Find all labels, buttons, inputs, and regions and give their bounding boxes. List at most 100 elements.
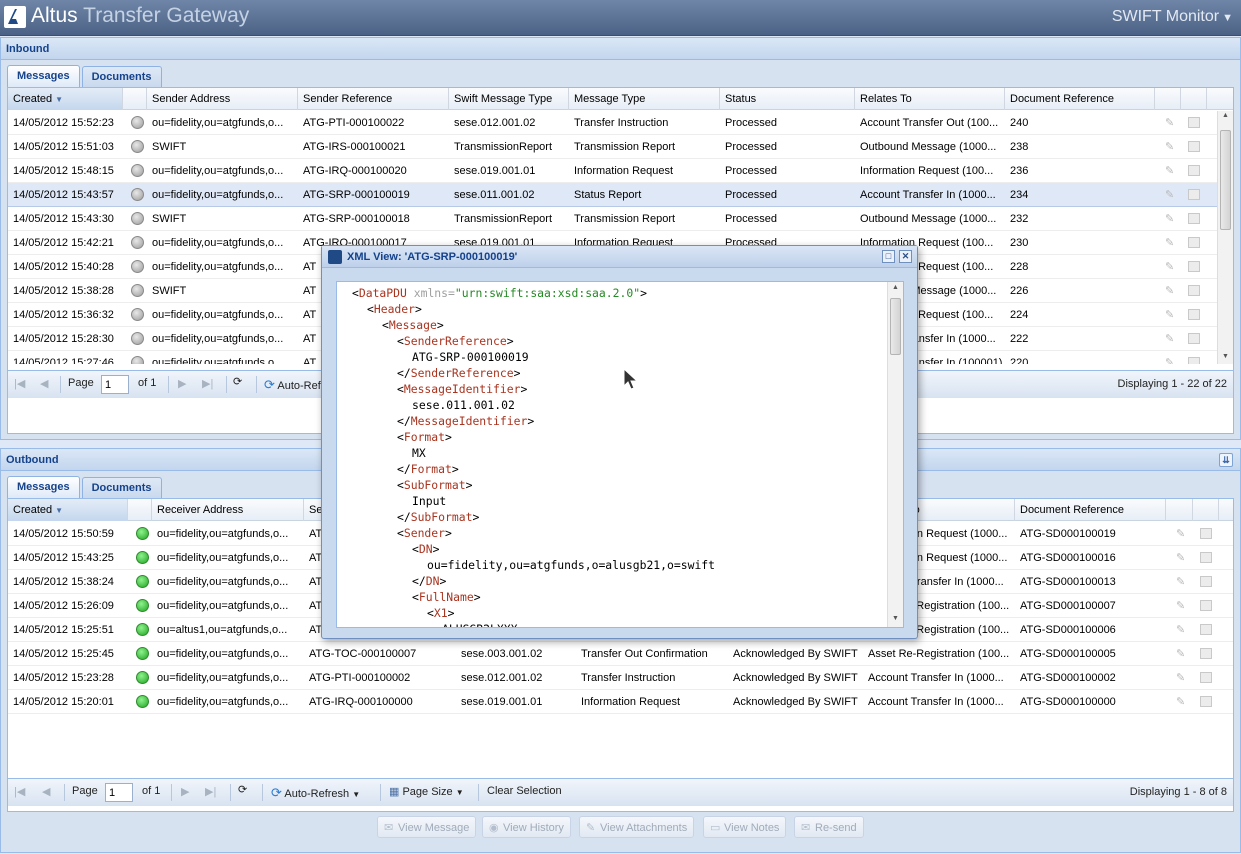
sort-desc-icon[interactable]: ▼ [55,95,63,104]
page-number-input[interactable] [105,783,133,802]
notes-icon[interactable] [1200,648,1212,659]
notes-icon[interactable] [1188,141,1200,152]
attachment-icon[interactable]: ✎ [1176,600,1188,612]
resend-button[interactable]: ✉ Re-send [794,816,864,838]
column-header[interactable]: Message Type [569,88,720,110]
notes-icon[interactable] [1188,165,1200,176]
notes-icon[interactable] [1200,576,1212,587]
notes-icon[interactable] [1188,285,1200,296]
attachment-icon[interactable]: ✎ [1176,528,1188,540]
scrollbar-thumb[interactable] [890,298,901,355]
scroll-up-icon[interactable]: ▲ [1218,112,1233,119]
table-row[interactable]: 14/05/2012 15:48:15 ou=fidelity,ou=atgfun… [8,159,1217,183]
page-size-button[interactable]: ▦ Page Size ▼ [389,785,464,798]
notes-icon[interactable] [1188,357,1200,364]
table-row[interactable]: 14/05/2012 15:52:23 ou=fidelity,ou=atgfun… [8,111,1217,135]
notes-icon[interactable] [1200,672,1212,683]
attachment-icon[interactable]: ✎ [1176,648,1188,660]
column-header[interactable]: Status [720,88,855,110]
notes-icon[interactable] [1200,624,1212,635]
column-header[interactable]: Sender Reference [298,88,449,110]
column-header[interactable]: Swift Message Type [449,88,569,110]
next-page-icon[interactable]: ▶ [178,377,186,390]
prev-page-icon[interactable]: ◀ [42,785,50,798]
xml-scrollbar[interactable]: ▲ ▼ [887,282,903,627]
column-header[interactable]: Created ▼ [8,88,123,110]
last-page-icon[interactable]: ▶| [202,377,213,390]
view-history-button[interactable]: ◉ View History [482,816,571,838]
column-header[interactable]: Created ▼ [8,499,128,521]
table-row[interactable]: 14/05/2012 15:51:03 SWIFT ATG-IRS-00010002… [8,135,1217,159]
notes-icon[interactable] [1188,117,1200,128]
tab-inbound-messages[interactable]: Messages [7,65,80,87]
xml-content-viewer[interactable]: <DataPDU xmlns="urn:swift:saa:xsd:saa.2.… [336,281,904,628]
column-header[interactable] [1181,88,1207,110]
column-header[interactable]: Relates To [855,88,1005,110]
attachment-icon[interactable]: ✎ [1176,576,1188,588]
table-row[interactable]: 14/05/2012 15:43:30 SWIFT ATG-SRP-00010001… [8,207,1217,231]
scroll-up-icon[interactable]: ▲ [888,284,903,291]
column-header[interactable]: Receiver Address [152,499,304,521]
view-message-button[interactable]: ✉ View Message [377,816,477,838]
last-page-icon[interactable]: ▶| [205,785,216,798]
attachment-icon[interactable]: ✎ [1176,624,1188,636]
notes-icon[interactable] [1188,261,1200,272]
table-row[interactable]: 14/05/2012 15:25:45 ou=fidelity,ou=atgfun… [8,642,1233,666]
attachment-icon[interactable]: ✎ [1165,333,1177,345]
notes-icon[interactable] [1188,333,1200,344]
attachment-icon[interactable]: ✎ [1165,261,1177,273]
refresh-icon[interactable]: ⟳ [238,783,247,796]
prev-page-icon[interactable]: ◀ [40,377,48,390]
scroll-down-icon[interactable]: ▼ [1218,353,1233,360]
attachment-icon[interactable]: ✎ [1165,189,1177,201]
attachment-icon[interactable]: ✎ [1165,213,1177,225]
tab-inbound-documents[interactable]: Documents [81,66,162,87]
notes-icon[interactable] [1200,528,1212,539]
notes-icon[interactable] [1200,552,1212,563]
attachment-icon[interactable]: ✎ [1165,237,1177,249]
scroll-down-icon[interactable]: ▼ [888,615,903,622]
attachment-icon[interactable]: ✎ [1165,357,1177,364]
attachment-icon[interactable]: ✎ [1165,285,1177,297]
attachment-icon[interactable]: ✎ [1165,165,1177,177]
next-page-icon[interactable]: ▶ [181,785,189,798]
first-page-icon[interactable]: |◀ [14,377,25,390]
auto-refresh-button[interactable]: ⟳ Auto-Refresh ▼ [271,785,360,801]
inbound-scrollbar[interactable]: ▲ ▼ [1217,111,1233,364]
page-number-input[interactable] [101,375,129,394]
column-header[interactable]: Document Reference [1015,499,1166,521]
notes-icon[interactable] [1188,237,1200,248]
notes-icon[interactable] [1200,600,1212,611]
view-notes-button[interactable]: ▭ View Notes [703,816,787,838]
collapse-panel-icon[interactable]: ⇊ [1219,453,1233,467]
attachment-icon[interactable]: ✎ [1176,696,1188,708]
notes-icon[interactable] [1188,309,1200,320]
view-attachments-button[interactable]: ✎ View Attachments [579,816,695,838]
notes-icon[interactable] [1188,189,1200,200]
clear-selection-button[interactable]: Clear Selection [487,785,562,797]
tab-outbound-documents[interactable]: Documents [81,477,162,498]
scrollbar-thumb[interactable] [1220,130,1231,230]
xml-view-titlebar[interactable]: XML View: 'ATG-SRP-000100019' □ ✕ [322,246,917,268]
notes-icon[interactable] [1200,696,1212,707]
column-header[interactable] [1155,88,1181,110]
first-page-icon[interactable]: |◀ [14,785,25,798]
table-row[interactable]: 14/05/2012 15:20:01 ou=fidelity,ou=atgfun… [8,690,1233,714]
column-header[interactable]: Sender Address [147,88,298,110]
attachment-icon[interactable]: ✎ [1176,552,1188,564]
swift-monitor-menu[interactable]: SWIFT Monitor ▼ [1112,8,1233,26]
close-icon[interactable]: ✕ [899,250,912,263]
column-header[interactable] [128,499,152,521]
maximize-icon[interactable]: □ [882,250,895,263]
attachment-icon[interactable]: ✎ [1165,309,1177,321]
attachment-icon[interactable]: ✎ [1176,672,1188,684]
sort-desc-icon[interactable]: ▼ [55,506,63,515]
attachment-icon[interactable]: ✎ [1165,141,1177,153]
table-row[interactable]: 14/05/2012 15:23:28 ou=fidelity,ou=atgfun… [8,666,1233,690]
column-header[interactable] [123,88,147,110]
refresh-icon[interactable]: ⟳ [233,375,242,388]
table-row[interactable]: 14/05/2012 15:43:57 ou=fidelity,ou=atgfun… [8,183,1217,207]
attachment-icon[interactable]: ✎ [1165,117,1177,129]
column-header[interactable] [1193,499,1219,521]
column-header[interactable]: Document Reference [1005,88,1155,110]
